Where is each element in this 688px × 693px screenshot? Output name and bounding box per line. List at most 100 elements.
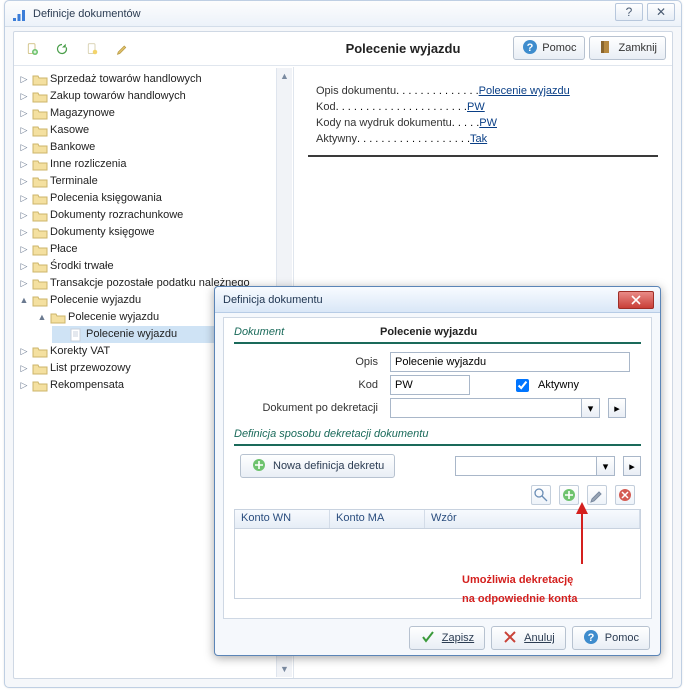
expand-icon[interactable]: ▷ bbox=[18, 377, 30, 394]
check-icon bbox=[420, 629, 436, 648]
panel-close-button[interactable]: Zamknij bbox=[589, 36, 666, 60]
folder-icon bbox=[32, 277, 48, 291]
scroll-up-icon[interactable]: ▲ bbox=[277, 68, 292, 84]
tree-item[interactable]: ▷ Płace bbox=[16, 241, 291, 258]
annotation-line2: na odpowiednie konta bbox=[462, 593, 578, 605]
dekret-go-button[interactable]: ▸ bbox=[623, 456, 641, 476]
expand-icon[interactable]: ▷ bbox=[18, 207, 30, 224]
expand-icon[interactable]: ▷ bbox=[18, 156, 30, 173]
doc-icon bbox=[68, 328, 84, 342]
dialog-help-button[interactable]: ? Pomoc bbox=[572, 626, 650, 650]
folder-icon bbox=[32, 362, 48, 376]
folder-icon bbox=[32, 209, 48, 223]
window-help-button[interactable]: ? bbox=[615, 3, 643, 21]
aktywny-label: Aktywny bbox=[538, 379, 579, 391]
help-icon: ? bbox=[583, 629, 599, 648]
collapse-icon[interactable]: ▲ bbox=[18, 292, 30, 309]
save-button[interactable]: Zapisz bbox=[409, 626, 485, 650]
tree-item[interactable]: ▷Zakup towarów handlowych bbox=[16, 88, 291, 105]
tree-item-label: Płace bbox=[50, 241, 78, 258]
grid-col-konto-ma[interactable]: Konto MA bbox=[330, 510, 425, 528]
dialog-titlebar[interactable]: Definicja dokumentu bbox=[215, 287, 660, 313]
expand-icon[interactable]: ▷ bbox=[18, 190, 30, 207]
cancel-button[interactable]: Anuluj bbox=[491, 626, 566, 650]
window-close-button[interactable]: ✕ bbox=[647, 3, 675, 21]
plus-icon bbox=[251, 457, 267, 476]
toolbar-refresh-icon[interactable] bbox=[50, 37, 74, 61]
section-dekretacja-label: Definicja sposobu dekretacji dokumentu bbox=[234, 428, 641, 440]
section-underline-2 bbox=[234, 444, 641, 446]
tree-item[interactable]: ▷Dokumenty rozrachunkowe bbox=[16, 207, 291, 224]
new-definition-button[interactable]: Nowa definicja dekretu bbox=[240, 454, 395, 478]
tree-item-label: Korekty VAT bbox=[50, 343, 110, 360]
detail-row: Aktywny . . . . . . . . . . . . . . . . … bbox=[316, 133, 650, 145]
expand-icon[interactable]: ▷ bbox=[18, 173, 30, 190]
expand-icon[interactable]: ▷ bbox=[18, 360, 30, 377]
expand-icon[interactable]: ▷ bbox=[18, 105, 30, 122]
dropdown-icon[interactable]: ▾ bbox=[581, 399, 599, 417]
folder-icon bbox=[32, 379, 48, 393]
section-dokument-label: Dokument bbox=[234, 326, 380, 338]
tree-item-label: Terminale bbox=[50, 173, 98, 190]
folder-icon bbox=[32, 345, 48, 359]
detail-dots: . . . . . . . . . . . . . . . . . . . bbox=[357, 133, 470, 145]
tree-item[interactable]: ▷Magazynowe bbox=[16, 105, 291, 122]
detail-row: Opis dokumentu . . . . . . . . . . . . .… bbox=[316, 85, 650, 97]
expand-icon[interactable]: ▷ bbox=[18, 224, 30, 241]
scroll-down-icon[interactable]: ▼ bbox=[277, 661, 292, 677]
aktywny-checkbox[interactable] bbox=[516, 379, 529, 392]
expand-icon[interactable]: ▷ bbox=[18, 139, 30, 156]
tree-item[interactable]: ▷Dokumenty księgowe bbox=[16, 224, 291, 241]
grid-zoom-icon[interactable] bbox=[531, 485, 551, 505]
dialog-close-button[interactable] bbox=[618, 291, 654, 309]
folder-icon bbox=[50, 311, 66, 325]
detail-value-link[interactable]: PW bbox=[467, 101, 485, 113]
detail-value-link[interactable]: PW bbox=[479, 117, 497, 129]
annotation-line1: Umożliwia dekretację bbox=[462, 574, 573, 586]
save-label: Zapisz bbox=[442, 632, 474, 644]
grid-edit-icon[interactable] bbox=[587, 485, 607, 505]
expand-icon[interactable]: ▷ bbox=[18, 258, 30, 275]
annotation-arrow bbox=[575, 502, 589, 566]
expand-icon[interactable]: ▷ bbox=[18, 122, 30, 139]
tree-item-label: Rekompensata bbox=[50, 377, 124, 394]
app-icon bbox=[11, 6, 27, 22]
dekret-combo[interactable]: ▾ bbox=[455, 456, 615, 476]
detail-label: Opis dokumentu bbox=[316, 85, 396, 97]
svg-text:?: ? bbox=[527, 42, 534, 54]
new-definition-label: Nowa definicja dekretu bbox=[273, 460, 384, 472]
detail-value-link[interactable]: Polecenie wyjazdu bbox=[479, 85, 570, 97]
detail-row: Kody na wydruk dokumentu . . . . .PW bbox=[316, 117, 650, 129]
dropdown-icon[interactable]: ▾ bbox=[596, 457, 614, 475]
folder-icon bbox=[32, 175, 48, 189]
window-titlebar[interactable]: Definicje dokumentów ? ✕ bbox=[5, 1, 681, 27]
expand-icon[interactable]: ▷ bbox=[18, 71, 30, 88]
help-icon: ? bbox=[522, 39, 538, 58]
expand-icon[interactable]: ▷ bbox=[18, 88, 30, 105]
tree-item-label: Środki trwałe bbox=[50, 258, 114, 275]
toolbar-doc-icon[interactable] bbox=[80, 37, 104, 61]
grid-col-wzor[interactable]: Wzór bbox=[425, 510, 640, 528]
detail-value-link[interactable]: Tak bbox=[470, 133, 487, 145]
post-dekret-go-button[interactable]: ▸ bbox=[608, 398, 626, 418]
folder-icon bbox=[32, 141, 48, 155]
expand-icon[interactable]: ▷ bbox=[18, 241, 30, 258]
opis-input[interactable] bbox=[390, 352, 630, 372]
grid-col-konto-wn[interactable]: Konto WN bbox=[235, 510, 330, 528]
panel-help-button[interactable]: ? Pomoc bbox=[513, 36, 585, 60]
toolbar-add-icon[interactable] bbox=[20, 37, 44, 61]
collapse-icon[interactable]: ▲ bbox=[36, 309, 48, 326]
toolbar-edit-icon[interactable] bbox=[110, 37, 134, 61]
tree-item[interactable]: ▷ Terminale bbox=[16, 173, 291, 190]
post-dekret-combo[interactable]: ▾ bbox=[390, 398, 600, 418]
tree-item[interactable]: ▷Inne rozliczenia bbox=[16, 156, 291, 173]
tree-item[interactable]: ▷ Środki trwałe bbox=[16, 258, 291, 275]
tree-item[interactable]: ▷Sprzedaż towarów handlowych bbox=[16, 71, 291, 88]
tree-item[interactable]: ▷Bankowe bbox=[16, 139, 291, 156]
tree-item[interactable]: ▷Kasowe bbox=[16, 122, 291, 139]
expand-icon[interactable]: ▷ bbox=[18, 275, 30, 292]
expand-icon[interactable]: ▷ bbox=[18, 343, 30, 360]
tree-item[interactable]: ▷Polecenia księgowania bbox=[16, 190, 291, 207]
kod-input[interactable] bbox=[390, 375, 470, 395]
grid-delete-icon[interactable] bbox=[615, 485, 635, 505]
